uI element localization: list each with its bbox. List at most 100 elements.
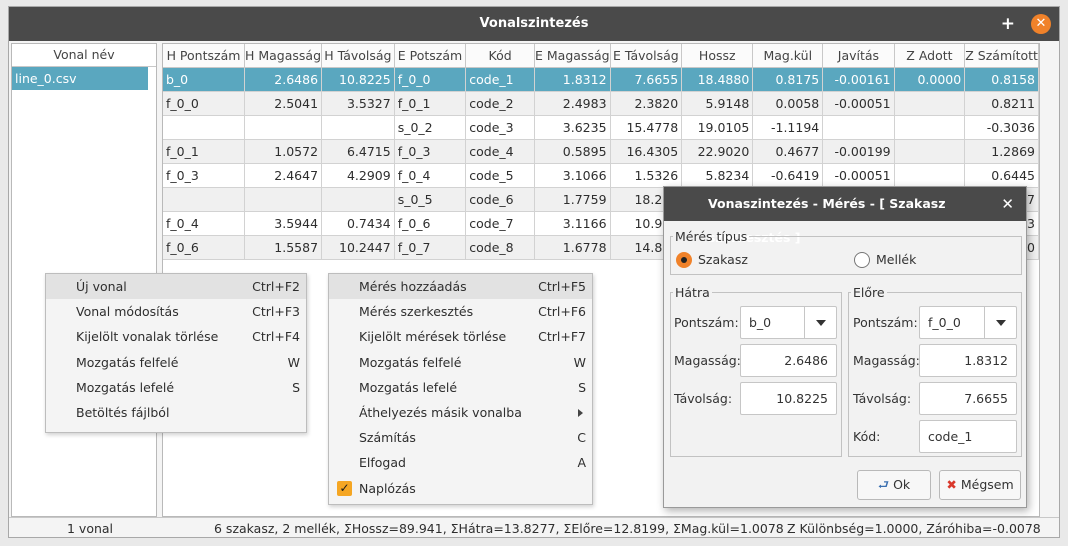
chevron-down-icon[interactable]	[804, 307, 836, 338]
maximize-icon[interactable]: +	[1001, 7, 1015, 41]
table-cell[interactable]	[321, 187, 395, 212]
table-cell[interactable]: 3.1066	[534, 163, 611, 188]
menu-item[interactable]: Mozgatás lefelé S	[329, 375, 592, 400]
table-cell[interactable]: 2.6486	[244, 67, 323, 92]
table-cell[interactable]: 18.4880	[681, 67, 754, 92]
table-cell[interactable]: 2.3820	[610, 91, 683, 116]
column-header[interactable]: Z Adott	[894, 44, 966, 68]
table-cell[interactable]: 22.9020	[681, 139, 754, 164]
table-cell[interactable]: 1.8312	[534, 67, 611, 92]
table-cell[interactable]: 1.7759	[534, 187, 611, 212]
column-header[interactable]: Hossz	[681, 44, 754, 68]
column-header[interactable]: Z Számított	[964, 44, 1039, 68]
column-header[interactable]: Mag.kül	[752, 44, 824, 68]
table-cell[interactable]: 0.7434	[321, 211, 395, 236]
column-header[interactable]: E Magasság	[534, 44, 611, 68]
table-cell[interactable]: 2.4983	[534, 91, 611, 116]
table-cell[interactable]: 0.8211	[964, 91, 1039, 116]
table-cell[interactable]	[894, 115, 966, 140]
table-cell[interactable]: 3.5944	[244, 211, 323, 236]
menu-item[interactable]: Kijelölt mérések törlése Ctrl+F7	[329, 324, 592, 349]
foresight-point-combo[interactable]: f_0_0	[919, 306, 1017, 339]
table-cell[interactable]: -0.00161	[822, 67, 895, 92]
table-cell[interactable]: code_6	[465, 187, 536, 212]
table-cell[interactable]: 6.4715	[321, 139, 395, 164]
table-cell[interactable]: 0.6445	[964, 163, 1039, 188]
foresight-height-field[interactable]: 1.8312	[919, 344, 1017, 377]
menu-item[interactable]: Számítás C	[329, 425, 592, 450]
menu-item[interactable]: Mérés hozzáadás Ctrl+F5	[329, 274, 592, 300]
table-cell[interactable]: 0.4677	[752, 139, 824, 164]
radio-szakasz[interactable]	[676, 252, 692, 268]
table-cell[interactable]: 2.5041	[244, 91, 323, 116]
table-cell[interactable]: 1.0572	[244, 139, 323, 164]
table-cell[interactable]: -0.6419	[752, 163, 824, 188]
table-cell[interactable]: 0.5895	[534, 139, 611, 164]
table-row[interactable]: f_0_3 2.4647 4.2909 f_0_4 code_5 3.1066 1.5326…	[163, 163, 1039, 188]
table-cell[interactable]	[163, 115, 245, 140]
table-row[interactable]: f_0_0 2.5041 3.5327 f_0_1 code_2 2.4983 2.3820…	[163, 91, 1039, 116]
table-cell[interactable]: 0.0000	[894, 67, 966, 92]
table-cell[interactable]: 0.8158	[964, 67, 1039, 92]
column-header[interactable]: H Magasság	[244, 44, 323, 68]
table-cell[interactable]: 10.2447	[321, 235, 395, 260]
menu-item[interactable]: Mozgatás felfelé W	[46, 350, 306, 375]
menu-item[interactable]: Vonal módosítás Ctrl+F3	[46, 299, 306, 324]
menu-item[interactable]: Naplózás ✓	[329, 476, 592, 501]
table-cell[interactable]: 0.0058	[752, 91, 824, 116]
table-cell[interactable]	[163, 187, 245, 212]
table-cell[interactable]: 3.1166	[534, 211, 611, 236]
table-row[interactable]: b_0 2.6486 10.8225 f_0_0 code_1 1.8312 7.6655 1…	[163, 67, 1039, 92]
menu-item[interactable]: Áthelyezés másik vonalba	[329, 400, 592, 425]
table-cell[interactable]: s_0_2	[394, 115, 467, 140]
menu-item[interactable]: Kijelölt vonalak törlése Ctrl+F4	[46, 324, 306, 349]
radio-szakasz-label[interactable]: Szakasz	[698, 252, 748, 267]
table-cell[interactable]	[244, 115, 323, 140]
checkbox-checked-icon[interactable]: ✓	[337, 480, 352, 496]
table-cell[interactable]: 4.2909	[321, 163, 395, 188]
table-cell[interactable]: f_0_1	[163, 139, 245, 164]
radio-mellek-label[interactable]: Mellék	[876, 252, 916, 267]
chevron-down-icon[interactable]	[984, 307, 1016, 338]
column-header[interactable]: Javítás	[822, 44, 895, 68]
table-cell[interactable]: 1.5326	[610, 163, 683, 188]
column-header[interactable]: E Potszám	[394, 44, 467, 68]
table-cell[interactable]	[894, 163, 966, 188]
table-cell[interactable]: 0.8175	[752, 67, 824, 92]
table-cell[interactable]: 5.8234	[681, 163, 754, 188]
table-cell[interactable]: code_3	[465, 115, 536, 140]
table-cell[interactable]: code_7	[465, 211, 536, 236]
table-cell[interactable]: 16.4305	[610, 139, 683, 164]
table-cell[interactable]: 15.4778	[610, 115, 683, 140]
table-cell[interactable]: 1.5587	[244, 235, 323, 260]
table-cell[interactable]: b_0	[163, 67, 245, 92]
foresight-code-field[interactable]: code_1	[919, 420, 1017, 453]
menu-item[interactable]: Betöltés fájlból	[46, 400, 306, 425]
table-cell[interactable]: code_4	[465, 139, 536, 164]
radio-mellek[interactable]	[854, 252, 870, 268]
table-cell[interactable]: -0.00199	[822, 139, 895, 164]
table-cell[interactable]: -0.00051	[822, 163, 895, 188]
column-header[interactable]: Kód	[465, 44, 536, 68]
table-cell[interactable]: f_0_1	[394, 91, 467, 116]
table-cell[interactable]: f_0_3	[163, 163, 245, 188]
table-cell[interactable]	[244, 187, 323, 212]
table-cell[interactable]: f_0_6	[394, 211, 467, 236]
table-cell[interactable]: -0.00051	[822, 91, 895, 116]
table-cell[interactable]: f_0_4	[163, 211, 245, 236]
table-cell[interactable]: 5.9148	[681, 91, 754, 116]
menu-item[interactable]: Elfogad A	[329, 450, 592, 475]
column-header[interactable]: H Távolság	[321, 44, 395, 68]
table-cell[interactable]: 1.6778	[534, 235, 611, 260]
close-icon[interactable]: ✕	[1031, 14, 1051, 34]
dialog-close-icon[interactable]: ✕	[1001, 187, 1014, 221]
table-cell[interactable]	[894, 91, 966, 116]
backsight-distance-field[interactable]: 10.8225	[740, 382, 837, 415]
table-cell[interactable]: 10.8225	[321, 67, 395, 92]
menu-item[interactable]: Mozgatás felfelé W	[329, 350, 592, 375]
table-cell[interactable]: -1.1194	[752, 115, 824, 140]
menu-item[interactable]: Mozgatás lefelé S	[46, 375, 306, 400]
table-cell[interactable]: code_1	[465, 67, 536, 92]
table-cell[interactable]	[822, 115, 895, 140]
table-cell[interactable]: f_0_4	[394, 163, 467, 188]
